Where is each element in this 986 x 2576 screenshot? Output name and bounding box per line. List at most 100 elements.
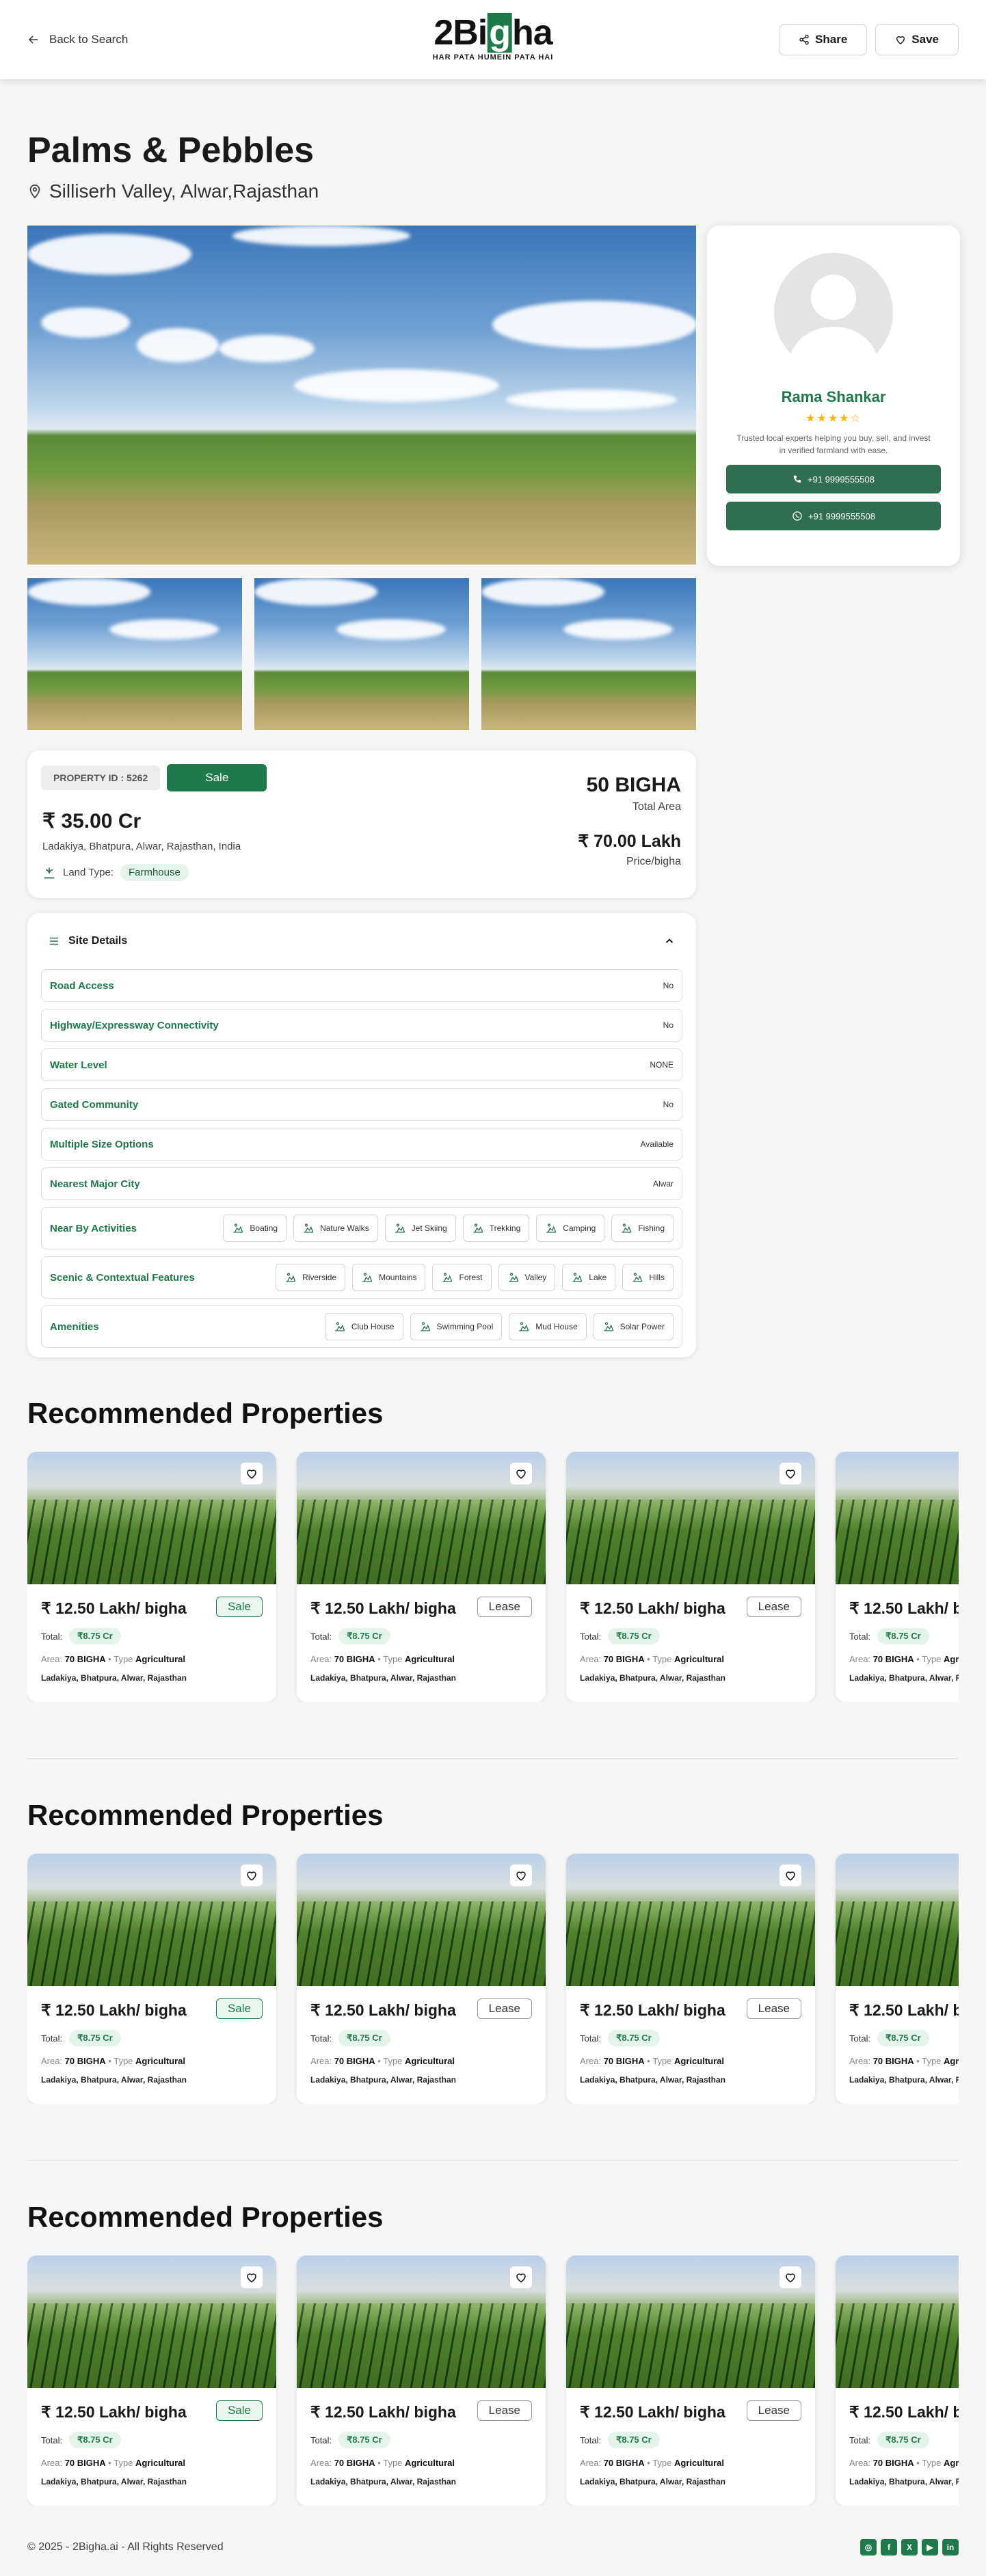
logo-tagline: HAR PATA HUMEIN PATA HAI	[432, 53, 554, 62]
recommended-carousel[interactable]: ₹ 12.50 Lakh/ bigha Sale Total: ₹8.75 Cr Are…	[27, 1452, 959, 1702]
property-card[interactable]: ₹ 12.50 Lakh/ bighaLeaseTotal:₹8.75 CrAr…	[566, 1452, 815, 1702]
favorite-button[interactable]	[780, 2266, 801, 2288]
amenities-row: Amenities Club House Swimming Pool Mud Hou…	[41, 1305, 682, 1348]
chevron-up-icon[interactable]	[663, 935, 676, 947]
property-card[interactable]: ₹ 12.50 Lakh/ bighaLeaseTotal:₹8.75 CrAr…	[297, 2255, 546, 2506]
total-label: Total:	[849, 2033, 871, 2044]
gallery-thumbnail[interactable]	[254, 578, 469, 730]
linkedin-icon[interactable]: in	[942, 2539, 959, 2555]
location-text: Silliserh Valley, Alwar,Rajasthan	[49, 180, 319, 202]
card-address: Ladakiya, Bhatpura, Alwar, Rajasthan	[849, 2075, 959, 2085]
land-type: Land Type: Farmhouse	[42, 864, 189, 881]
back-to-search-link[interactable]: Back to Search	[27, 33, 128, 46]
favorite-button[interactable]	[510, 1865, 532, 1886]
x-icon[interactable]: X	[901, 2539, 918, 2555]
area-label: Area:	[310, 1654, 332, 1664]
heart-icon	[786, 1469, 795, 1479]
site-detail-label: Multiple Size Options	[50, 1138, 154, 1150]
card-price: ₹ 12.50 Lakh/ bigha	[41, 1599, 187, 1617]
total-value: ₹8.75 Cr	[338, 1628, 390, 1644]
chip-label: Camping	[563, 1223, 596, 1233]
whatsapp-button[interactable]: +91 9999555508	[726, 502, 941, 530]
property-card[interactable]: ₹ 12.50 Lakh/ bighaLeaseTotal:₹8.75 CrAr…	[836, 2255, 959, 2506]
site-details-panel: Site Details Road Access No Highway/Expres…	[27, 913, 696, 1357]
facebook-icon[interactable]: f	[881, 2539, 897, 2555]
card-area: Area: 70 BIGHA • Type Agricultural	[41, 2056, 185, 2066]
property-card[interactable]: ₹ 12.50 Lakh/ bigha Sale Total: ₹8.75 Cr Are…	[27, 2255, 276, 2506]
total-value: ₹8.75 Cr	[877, 2030, 929, 2046]
property-card[interactable]: ₹ 12.50 Lakh/ bigha Sale Total: ₹8.75 Cr Are…	[27, 1854, 276, 2104]
recommended-carousel[interactable]: ₹ 12.50 Lakh/ bigha Sale Total: ₹8.75 Cr Are…	[27, 2255, 959, 2506]
card-price: ₹ 12.50 Lakh/ bigha	[310, 2403, 456, 2421]
card-area: Area: 70 BIGHA • Type Agricultural	[580, 1654, 724, 1664]
property-card[interactable]: ₹ 12.50 Lakh/ bighaLeaseTotal:₹8.75 CrAr…	[566, 1854, 815, 2104]
call-button[interactable]: +91 9999555508	[726, 465, 941, 493]
card-area: Area: 70 BIGHA • Type Agricultural	[310, 2056, 455, 2066]
chip-label: Nature Walks	[320, 1223, 369, 1233]
feature-icon	[622, 1223, 632, 1233]
favorite-button[interactable]	[780, 1463, 801, 1484]
type-value: Agricultural	[135, 2458, 186, 2468]
gallery-thumbnail[interactable]	[27, 578, 242, 730]
card-address: Ladakiya, Bhatpura, Alwar, Rajasthan	[41, 2075, 187, 2085]
recommended-carousel[interactable]: ₹ 12.50 Lakh/ bigha Sale Total: ₹8.75 Cr Are…	[27, 1854, 959, 2104]
type-value: Agricultural	[674, 2458, 725, 2468]
property-card-image	[566, 2255, 815, 2388]
agent-card: Rama Shankar ★★★★☆ Trusted local experts…	[707, 226, 960, 566]
instagram-icon[interactable]: ◎	[860, 2539, 877, 2555]
card-address: Ladakiya, Bhatpura, Alwar, Rajasthan	[849, 1673, 959, 1683]
hero-image[interactable]	[27, 226, 696, 565]
favorite-button[interactable]	[780, 1865, 801, 1886]
site-detail-value: NONE	[650, 1060, 674, 1070]
total-label: Total:	[580, 1631, 602, 1642]
share-icon	[799, 34, 809, 45]
type-value: Agricultural	[135, 2056, 186, 2066]
total-label: Total:	[41, 2435, 63, 2445]
card-price: ₹ 12.50 Lakh/ bigha	[849, 2403, 959, 2421]
area-label: Area:	[41, 1654, 63, 1664]
site-detail-row: Multiple Size Options Available	[41, 1128, 682, 1161]
area-label: Area:	[580, 1654, 602, 1664]
card-total: Total: ₹8.75 Cr	[41, 2030, 121, 2046]
property-card[interactable]: ₹ 12.50 Lakh/ bighaLeaseTotal:₹8.75 CrAr…	[297, 1452, 546, 1702]
share-button[interactable]: Share	[779, 24, 868, 55]
total-value: ₹8.75 Cr	[69, 1628, 121, 1644]
logo[interactable]: 2Bigha HAR PATA HUMEIN PATA HAI	[432, 13, 554, 62]
total-value: ₹8.75 Cr	[877, 2432, 929, 2448]
gallery-thumbnail[interactable]	[481, 578, 696, 730]
property-card[interactable]: ₹ 12.50 Lakh/ bighaLeaseTotal:₹8.75 CrAr…	[566, 2255, 815, 2506]
type-label: • Type	[916, 2458, 942, 2468]
chip-label: Mud House	[535, 1322, 578, 1331]
type-label: • Type	[647, 1654, 672, 1664]
favorite-button[interactable]	[241, 1865, 263, 1886]
price-per-bigha-label: Price/bigha	[626, 856, 681, 867]
land-type-value: Farmhouse	[120, 864, 189, 881]
property-card[interactable]: ₹ 12.50 Lakh/ bighaLeaseTotal:₹8.75 CrAr…	[297, 1854, 546, 2104]
favorite-button[interactable]	[510, 1463, 532, 1484]
type-label: • Type	[377, 2458, 403, 2468]
card-price: ₹ 12.50 Lakh/ bigha	[580, 1599, 725, 1617]
area-value: 70 BIGHA	[64, 1654, 106, 1664]
feature-icon	[362, 1273, 373, 1282]
heart-icon	[516, 1871, 526, 1881]
property-title: Palms & Pebbles	[27, 131, 315, 170]
feature-chip: Swimming Pool	[410, 1313, 503, 1340]
youtube-icon[interactable]: ▶	[922, 2539, 938, 2555]
favorite-button[interactable]	[241, 1463, 263, 1484]
feature-chip: Club House	[324, 1313, 403, 1340]
property-card[interactable]: ₹ 12.50 Lakh/ bighaLeaseTotal:₹8.75 CrAr…	[836, 1452, 959, 1702]
favorite-button[interactable]	[510, 2266, 532, 2288]
property-card[interactable]: ₹ 12.50 Lakh/ bigha Sale Total: ₹8.75 Cr Are…	[27, 1452, 276, 1702]
property-card[interactable]: ₹ 12.50 Lakh/ bighaLeaseTotal:₹8.75 CrAr…	[836, 1854, 959, 2104]
card-total: Total: ₹8.75 Cr	[580, 2432, 660, 2448]
site-detail-row: Nearest Major City Alwar	[41, 1167, 682, 1200]
site-detail-value: No	[663, 1100, 674, 1109]
save-button[interactable]: Save	[875, 24, 959, 55]
favorite-button[interactable]	[241, 2266, 263, 2288]
total-label: Total:	[580, 2435, 602, 2445]
heart-icon	[786, 2273, 795, 2283]
site-details-header[interactable]: Site Details	[41, 913, 682, 969]
feature-chip: Trekking	[462, 1215, 530, 1242]
site-details-title: Site Details	[68, 935, 128, 947]
card-area: Area: 70 BIGHA • Type Agricultural	[580, 2056, 724, 2066]
